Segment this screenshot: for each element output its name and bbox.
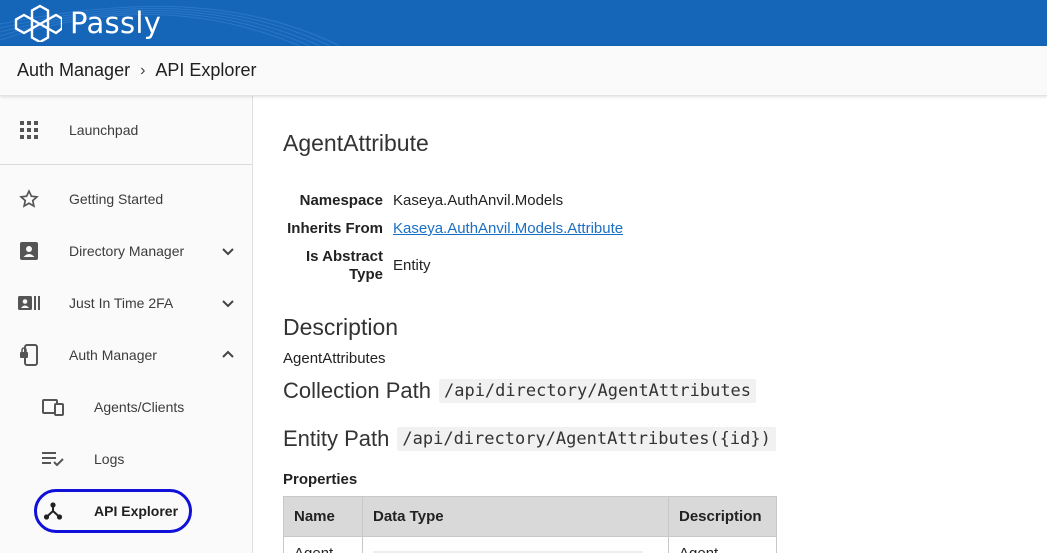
meta-key: Is Abstract Type	[306, 248, 383, 283]
devices-icon	[42, 396, 64, 418]
properties-heading: Properties	[283, 471, 358, 488]
properties-table: Name Data Type Description Agent Agent	[283, 496, 777, 553]
breadcrumb-auth-manager[interactable]: Auth Manager	[17, 60, 130, 81]
chevron-up-icon[interactable]	[220, 347, 236, 363]
table-row: Agent Agent	[283, 536, 777, 553]
description-text: AgentAttributes	[283, 350, 386, 367]
table-cell-description: Agent	[668, 536, 777, 553]
column-header-name: Name	[283, 496, 363, 537]
star-icon	[18, 188, 40, 210]
sidebar-item-label: Agents/Clients	[94, 399, 185, 415]
sidebar-item-getting-started[interactable]: Getting Started	[0, 173, 252, 225]
table-header-row: Name Data Type Description	[283, 496, 777, 537]
sidebar-item-directory-manager[interactable]: Directory Manager	[0, 225, 252, 277]
sidebar-item-label: Auth Manager	[69, 347, 157, 363]
main-content: AgentAttribute Namespace Kaseya.AuthAnvi…	[254, 96, 1047, 553]
meta-namespace: Namespace Kaseya.AuthAnvil.Models	[283, 192, 623, 210]
grid-icon	[18, 119, 40, 141]
table-cell-data-type	[362, 536, 669, 553]
meta-inherits: Inherits From Kaseya.AuthAnvil.Models.At…	[283, 220, 623, 238]
brand-name: Passly	[70, 6, 162, 40]
api-nodes-icon	[42, 500, 64, 522]
sidebar-item-label: Directory Manager	[69, 243, 185, 259]
sidebar-item-launchpad[interactable]: Launchpad	[0, 104, 252, 156]
sidebar: Launchpad Getting Started Directory Mana…	[0, 96, 253, 553]
sidebar-item-agents-clients[interactable]: Agents/Clients	[0, 381, 252, 433]
inherits-link[interactable]: Kaseya.AuthAnvil.Models.Attribute	[393, 220, 623, 238]
badge-list-icon	[18, 292, 40, 314]
sidebar-item-auth-manager[interactable]: Auth Manager	[0, 329, 252, 381]
breadcrumb-api-explorer: API Explorer	[155, 60, 257, 80]
brand[interactable]: Passly	[10, 4, 161, 42]
table-cell-name: Agent	[283, 536, 363, 553]
entity-path-code: /api/directory/AgentAttributes({id})	[397, 427, 776, 451]
description-heading: Description	[283, 314, 399, 340]
chevron-down-icon[interactable]	[220, 243, 236, 259]
top-header: Passly	[0, 0, 1047, 46]
meta-abstract: Is Abstract Type Entity	[283, 248, 623, 284]
meta-value: Kaseya.AuthAnvil.Models	[393, 192, 564, 209]
sidebar-item-label: Launchpad	[69, 122, 139, 138]
passly-logo-icon	[14, 4, 62, 42]
meta-value: Entity	[393, 257, 431, 274]
entity-path-label: Entity Path	[283, 426, 390, 451]
sidebar-item-api-explorer[interactable]: API Explorer	[0, 485, 252, 537]
column-header-description: Description	[668, 496, 777, 537]
sidebar-divider	[0, 164, 252, 165]
sidebar-item-label: Getting Started	[69, 191, 164, 207]
page-title: AgentAttribute	[283, 130, 429, 156]
meta-key: Namespace	[299, 192, 383, 209]
collection-path-label: Collection Path	[283, 378, 431, 403]
list-check-icon	[42, 448, 64, 470]
sidebar-item-logs[interactable]: Logs	[0, 433, 252, 485]
sidebar-item-label: Just In Time 2FA	[69, 295, 174, 311]
type-metadata: Namespace Kaseya.AuthAnvil.Models Inheri…	[283, 192, 623, 294]
contact-card-icon	[18, 240, 40, 262]
meta-key: Inherits From	[287, 220, 383, 237]
collection-path-row: Collection Path /api/directory/AgentAttr…	[283, 378, 757, 404]
entity-path-row: Entity Path /api/directory/AgentAttribut…	[283, 426, 776, 452]
chevron-down-icon[interactable]	[220, 295, 236, 311]
collection-path-code: /api/directory/AgentAttributes	[438, 379, 757, 403]
column-header-data-type: Data Type	[362, 496, 669, 537]
phone-key-icon	[18, 344, 40, 366]
breadcrumb-separator: ›	[140, 61, 146, 79]
sidebar-item-just-in-time-2fa[interactable]: Just In Time 2FA	[0, 277, 252, 329]
sidebar-item-label: API Explorer	[94, 503, 179, 519]
sidebar-item-label: Logs	[94, 451, 125, 467]
breadcrumb: Auth Manager › API Explorer	[0, 46, 1047, 96]
